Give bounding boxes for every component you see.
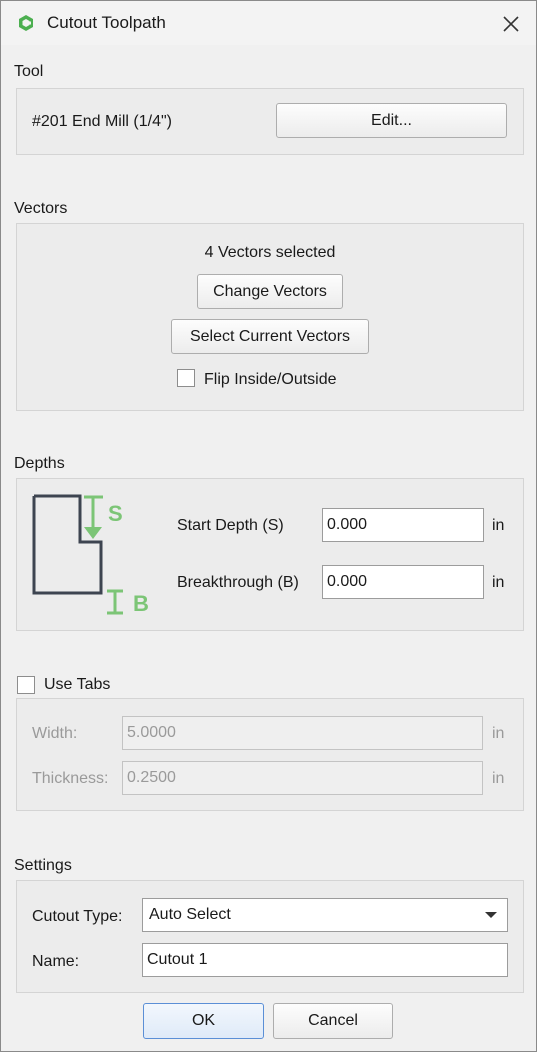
vectors-selected-text: 4 Vectors selected <box>204 244 336 261</box>
name-label: Name: <box>32 953 80 970</box>
tab-width-input[interactable]: 5.0000 <box>122 716 483 750</box>
settings-group: Cutout Type: Auto Select Name: Cutout 1 <box>16 880 524 993</box>
chevron-down-icon <box>485 912 497 918</box>
flip-inside-outside-label: Flip Inside/Outside <box>204 371 337 388</box>
tab-thickness-label: Thickness: <box>32 770 109 787</box>
cutout-toolpath-dialog: Cutout Toolpath Tool #201 End Mill (1/4"… <box>0 0 537 1052</box>
settings-section-label: Settings <box>14 857 72 874</box>
toolpath-name-input[interactable]: Cutout 1 <box>142 943 508 977</box>
depths-section-label: Depths <box>14 455 65 472</box>
select-current-vectors-button[interactable]: Select Current Vectors <box>171 319 369 354</box>
breakthrough-label: Breakthrough (B) <box>177 574 299 591</box>
tab-thickness-unit: in <box>492 770 505 787</box>
vectors-group: 4 Vectors selected Change Vectors Select… <box>16 223 524 411</box>
tab-width-unit: in <box>492 725 505 742</box>
depths-group: S B Start Depth (S) 0.000 in Breakthroug… <box>16 478 524 631</box>
tab-width-label: Width: <box>32 725 78 742</box>
start-depth-label: Start Depth (S) <box>177 517 284 534</box>
title-bar: Cutout Toolpath <box>1 1 536 45</box>
breakthrough-unit: in <box>492 574 505 591</box>
tool-section-label: Tool <box>14 63 44 80</box>
breakthrough-input[interactable]: 0.000 <box>322 565 484 599</box>
app-logo-icon <box>19 15 33 31</box>
cutout-type-select[interactable]: Auto Select <box>142 898 508 932</box>
change-vectors-button[interactable]: Change Vectors <box>197 274 343 309</box>
ok-button[interactable]: OK <box>143 1003 264 1039</box>
depth-diagram-icon <box>32 494 123 615</box>
tab-thickness-input[interactable]: 0.2500 <box>122 761 483 795</box>
use-tabs-checkbox[interactable] <box>17 676 35 694</box>
use-tabs-label: Use Tabs <box>44 676 111 693</box>
diagram-start-marker: S <box>108 501 123 526</box>
start-depth-input[interactable]: 0.000 <box>322 508 484 542</box>
tabs-group: Width: 5.0000 in Thickness: 0.2500 in <box>16 698 524 811</box>
start-depth-unit: in <box>492 517 505 534</box>
close-icon[interactable] <box>498 11 524 37</box>
tool-name: #201 End Mill (1/4") <box>32 113 172 130</box>
cutout-type-value: Auto Select <box>149 906 231 923</box>
vectors-section-label: Vectors <box>14 200 68 217</box>
cutout-type-label: Cutout Type: <box>32 908 123 925</box>
edit-tool-button[interactable]: Edit... <box>276 103 507 138</box>
diagram-breakthrough-marker: B <box>133 591 149 616</box>
window-title: Cutout Toolpath <box>47 13 166 32</box>
cancel-button[interactable]: Cancel <box>273 1003 393 1039</box>
flip-inside-outside-checkbox[interactable] <box>177 369 195 387</box>
tool-group: #201 End Mill (1/4") Edit... <box>16 88 524 155</box>
